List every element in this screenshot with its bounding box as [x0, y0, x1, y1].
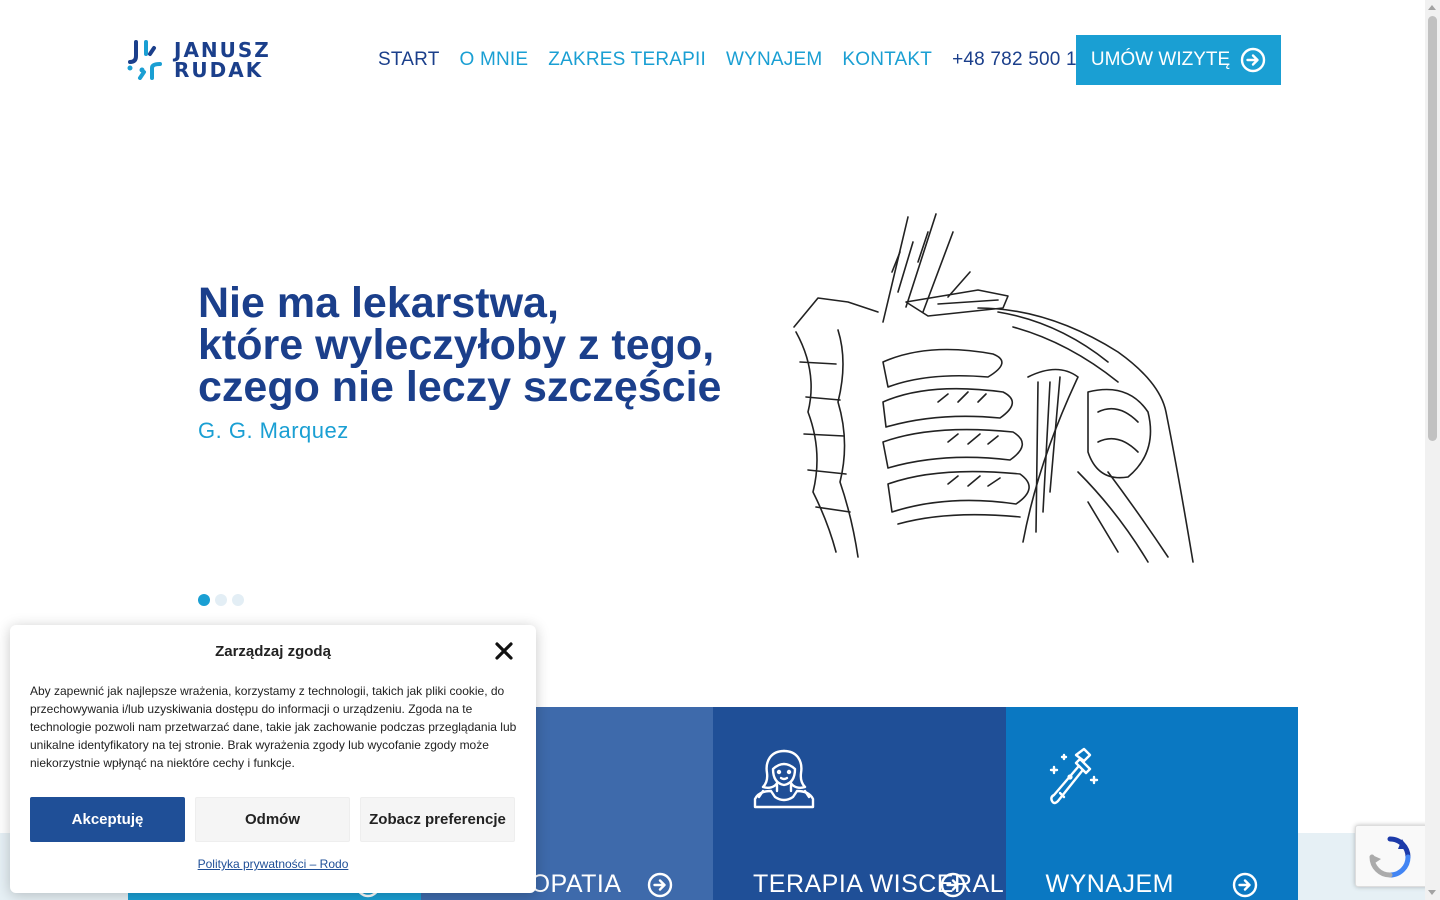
nav-start[interactable]: START [378, 48, 440, 72]
nav-o-mnie[interactable]: O MNIE [460, 48, 529, 72]
hero-quote: Nie ma lekarstwa, które wyleczyłoby z te… [198, 279, 722, 411]
arrow-circle-right-icon [1232, 872, 1258, 898]
main-nav: START O MNIE ZAKRES TERAPII WYNAJEM KONT… [378, 48, 1098, 72]
logo-mark-icon [127, 40, 162, 80]
deny-button[interactable]: Odmów [195, 797, 350, 842]
slider-dots [198, 594, 244, 606]
scroll-down-icon[interactable] [1428, 890, 1436, 895]
cookie-dialog-buttons: Akceptuję Odmów Zobacz preferencje [30, 797, 515, 842]
recaptcha-icon [1369, 836, 1411, 878]
tile-wynajem[interactable]: WYNAJEM [1005, 707, 1298, 900]
privacy-policy-link[interactable]: Polityka prywatności – Rodo [10, 857, 536, 871]
book-visit-label: UMÓW WIZYTĘ [1090, 49, 1231, 70]
arrow-circle-right-icon [1240, 47, 1266, 73]
scroll-up-icon[interactable] [1428, 5, 1436, 10]
hero-quote-line: czego nie leczy szczęście [198, 363, 722, 411]
nav-zakres-terapii[interactable]: ZAKRES TERAPII [548, 48, 706, 72]
nav-wynajem[interactable]: WYNAJEM [726, 48, 822, 72]
accept-button[interactable]: Akceptuję [30, 797, 185, 842]
book-visit-button[interactable]: UMÓW WIZYTĘ [1076, 35, 1281, 85]
nav-kontakt[interactable]: KONTAKT [842, 48, 932, 72]
scrollbar-thumb[interactable] [1428, 16, 1437, 441]
tile-terapia-wisceralna[interactable]: TERAPIA WISCERALNA [713, 707, 1039, 900]
arrow-circle-right-icon [647, 872, 673, 898]
shoulder-anatomy-illustration [793, 213, 1194, 563]
arrow-circle-right-icon [940, 872, 965, 898]
cookie-dialog-title: Zarządzaj zgodą [215, 643, 331, 660]
slider-dot-active[interactable] [198, 594, 210, 606]
cookie-consent-dialog: Zarządzaj zgodą Aby zapewnić jak najleps… [10, 625, 536, 893]
close-icon[interactable] [494, 641, 514, 661]
preferences-button[interactable]: Zobacz preferencje [360, 797, 515, 842]
slider-dot[interactable] [215, 594, 227, 606]
woman-icon [753, 749, 815, 809]
slider-dot[interactable] [232, 594, 244, 606]
hammer-sparkle-icon [1049, 747, 1098, 805]
hero-quote-line: Nie ma lekarstwa, [198, 279, 559, 327]
tile-label: TERAPIA WISCERALNA [753, 870, 1040, 898]
logo-first-name: JANUSZ [174, 38, 271, 62]
hero-quote-line: które wyleczyłoby z tego, [198, 321, 715, 369]
logo[interactable]: JANUSZ RUDAK [126, 38, 288, 84]
page-scrollbar[interactable] [1425, 0, 1440, 900]
recaptcha-badge[interactable] [1355, 825, 1430, 887]
hero-quote-author: G. G. Marquez [198, 418, 349, 443]
logo-last-name: RUDAK [174, 58, 264, 82]
cookie-dialog-text: Aby zapewnić jak najlepsze wrażenia, kor… [30, 684, 517, 770]
tile-label: WYNAJEM [1045, 870, 1174, 898]
